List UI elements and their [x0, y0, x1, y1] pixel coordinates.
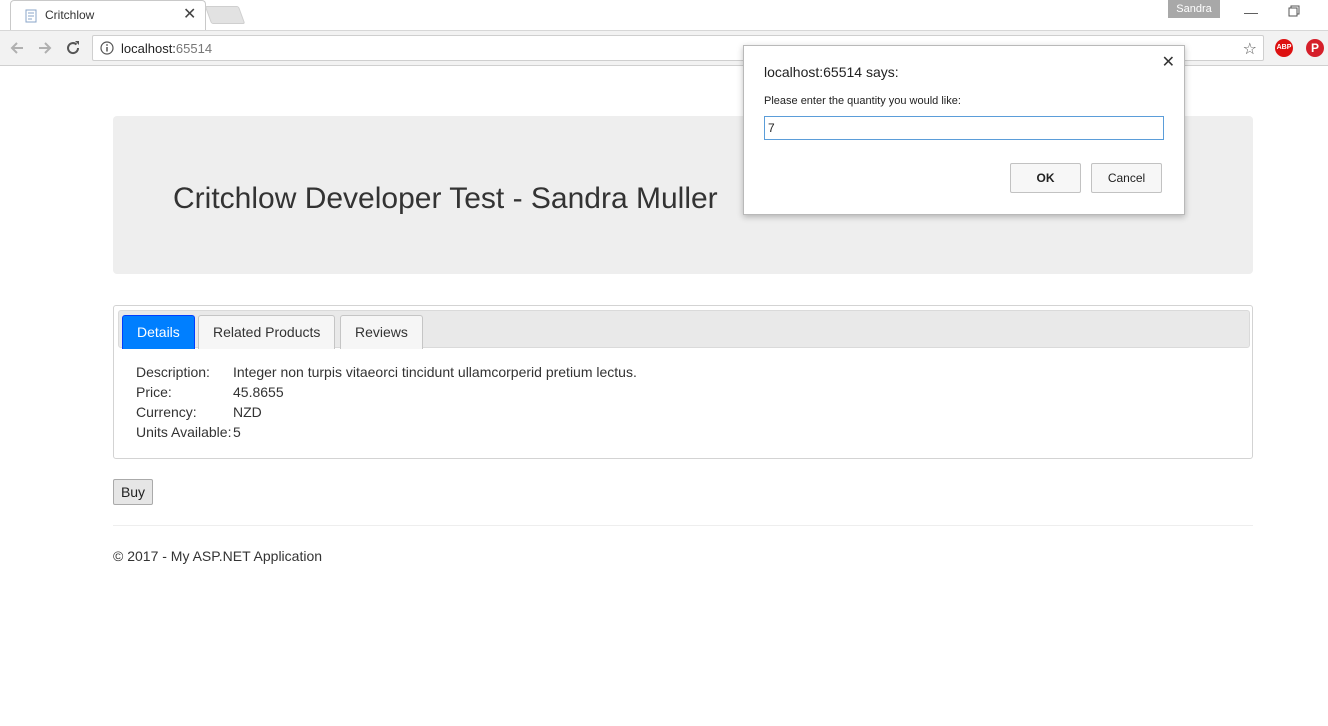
dialog-message: Please enter the quantity you would like… — [764, 95, 961, 107]
pinterest-icon[interactable]: P — [1306, 39, 1324, 57]
url-host: localhost: — [121, 41, 176, 56]
dialog-title: localhost:65514 says: — [764, 64, 899, 80]
product-tabs: Details Related Products Reviews Descrip… — [113, 305, 1253, 459]
prompt-dialog: localhost:65514 says: ✕ Please enter the… — [743, 45, 1185, 215]
adblock-icon[interactable]: ABP — [1275, 39, 1293, 57]
tab-related-products[interactable]: Related Products — [198, 315, 336, 349]
minimize-icon[interactable]: — — [1244, 4, 1258, 20]
description-value: Integer non turpis vitaeorci tincidunt u… — [233, 364, 637, 380]
tabs-header: Details Related Products Reviews — [118, 310, 1250, 349]
back-arrow-icon[interactable] — [8, 39, 26, 57]
tab-details[interactable]: Details — [122, 315, 195, 349]
url-text: localhost:65514 — [121, 41, 212, 56]
units-available-value: 5 — [233, 424, 241, 440]
description-label: Description: — [136, 364, 210, 380]
bookmark-star-icon[interactable]: ☆ — [1243, 39, 1257, 59]
reload-icon[interactable] — [64, 39, 82, 57]
browser-titlebar: Critchlow ✕ Sandra — — [0, 0, 1328, 30]
page-icon — [25, 9, 37, 23]
browser-tab[interactable]: Critchlow ✕ — [10, 0, 206, 30]
units-available-label: Units Available: — [136, 424, 232, 440]
quantity-input[interactable] — [764, 116, 1164, 140]
currency-label: Currency: — [136, 404, 197, 420]
profile-badge[interactable]: Sandra — [1168, 0, 1220, 18]
info-icon[interactable] — [100, 41, 114, 55]
restore-window-icon[interactable] — [1288, 5, 1300, 17]
price-label: Price: — [136, 384, 172, 400]
page-title: Critchlow Developer Test - Sandra Muller — [173, 182, 718, 215]
forward-arrow-icon[interactable] — [36, 39, 54, 57]
price-value: 45.8655 — [233, 384, 284, 400]
cancel-button[interactable]: Cancel — [1091, 163, 1162, 193]
close-dialog-icon[interactable]: ✕ — [1162, 52, 1175, 72]
url-port: 65514 — [175, 41, 213, 56]
buy-button[interactable]: Buy — [113, 479, 153, 505]
new-tab-button[interactable] — [204, 6, 246, 24]
footer-text: © 2017 - My ASP.NET Application — [113, 548, 323, 564]
tab-title: Critchlow — [45, 8, 95, 22]
ok-button[interactable]: OK — [1010, 163, 1081, 193]
footer-divider — [113, 525, 1253, 526]
tab-reviews[interactable]: Reviews — [340, 315, 423, 349]
currency-value: NZD — [233, 404, 262, 420]
close-tab-icon[interactable]: ✕ — [183, 6, 196, 24]
